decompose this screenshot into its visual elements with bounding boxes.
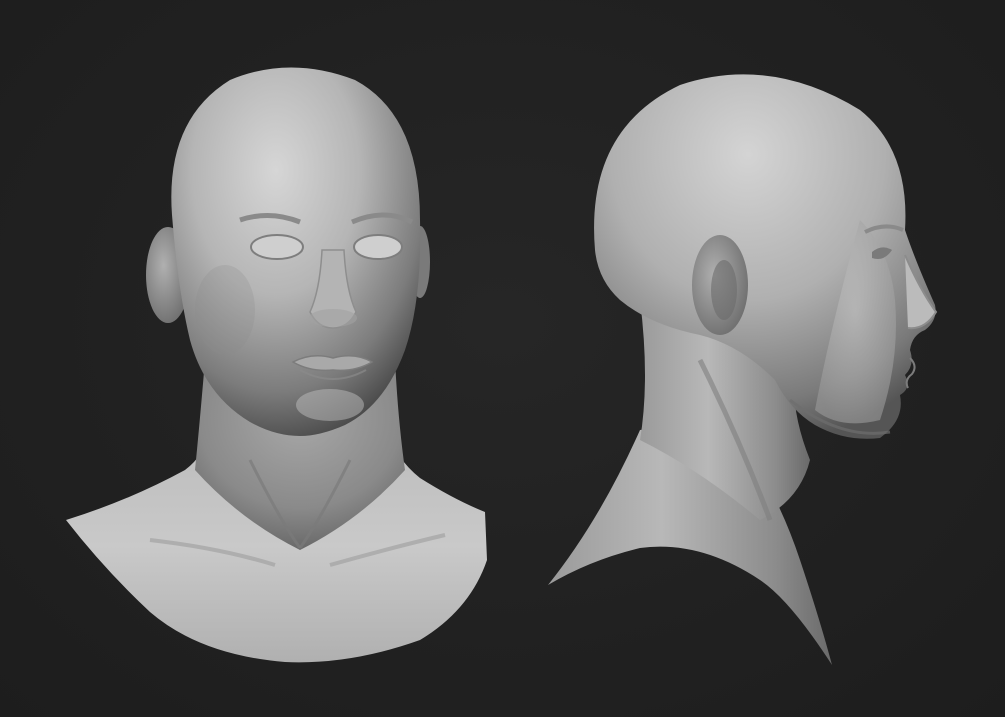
- side-nose: [904, 254, 938, 330]
- side-view-bust: [548, 74, 938, 665]
- front-left-eye: [250, 234, 304, 260]
- front-right-eye: [353, 234, 403, 260]
- front-view-bust: [66, 67, 487, 663]
- sculpt-render: [66, 67, 938, 665]
- sculpt-canvas: [0, 0, 1005, 717]
